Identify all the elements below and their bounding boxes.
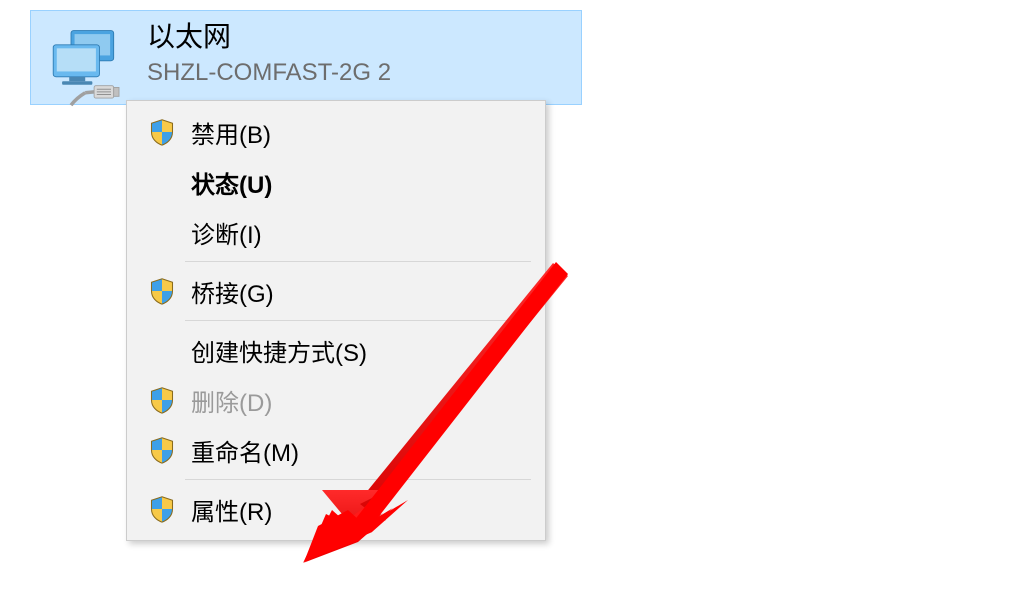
menu-label-rename: 重命名(M) xyxy=(191,433,299,468)
menu-item-delete: 删除(D) xyxy=(127,375,545,425)
shield-icon xyxy=(141,273,183,309)
icon-empty xyxy=(141,164,183,200)
menu-label-disable: 禁用(B) xyxy=(191,115,271,150)
menu-item-disable[interactable]: 禁用(B) xyxy=(127,107,545,157)
icon-empty xyxy=(141,214,183,250)
adapter-title: 以太网 xyxy=(147,19,391,55)
menu-item-create-shortcut[interactable]: 创建快捷方式(S) xyxy=(127,325,545,375)
menu-item-status[interactable]: 状态(U) xyxy=(127,157,545,207)
menu-item-rename[interactable]: 重命名(M) xyxy=(127,425,545,475)
menu-label-diagnose: 诊断(I) xyxy=(191,215,262,250)
adapter-subtitle: SHZL-COMFAST-2G 2 xyxy=(147,57,391,88)
menu-item-diagnose[interactable]: 诊断(I) xyxy=(127,207,545,257)
menu-separator xyxy=(185,320,531,321)
shield-icon xyxy=(141,382,183,418)
menu-separator xyxy=(185,261,531,262)
network-adapter-item[interactable]: 以太网 SHZL-COMFAST-2G 2 xyxy=(30,10,582,105)
menu-separator xyxy=(185,479,531,480)
menu-label-status: 状态(U) xyxy=(191,165,272,200)
menu-label-properties: 属性(R) xyxy=(191,492,272,527)
shield-icon xyxy=(141,491,183,527)
menu-label-bridge: 桥接(G) xyxy=(191,274,274,309)
shield-icon xyxy=(141,432,183,468)
network-adapter-icon xyxy=(37,27,137,107)
icon-empty xyxy=(141,332,183,368)
menu-item-properties[interactable]: 属性(R) xyxy=(127,484,545,534)
menu-label-delete: 删除(D) xyxy=(191,383,272,418)
menu-label-create-shortcut: 创建快捷方式(S) xyxy=(191,333,367,368)
adapter-text-block: 以太网 SHZL-COMFAST-2G 2 xyxy=(147,19,391,89)
menu-item-bridge[interactable]: 桥接(G) xyxy=(127,266,545,316)
shield-icon xyxy=(141,114,183,150)
context-menu: 禁用(B) 状态(U) 诊断(I) 桥接(G) 创建快捷方式(S) xyxy=(126,100,546,541)
